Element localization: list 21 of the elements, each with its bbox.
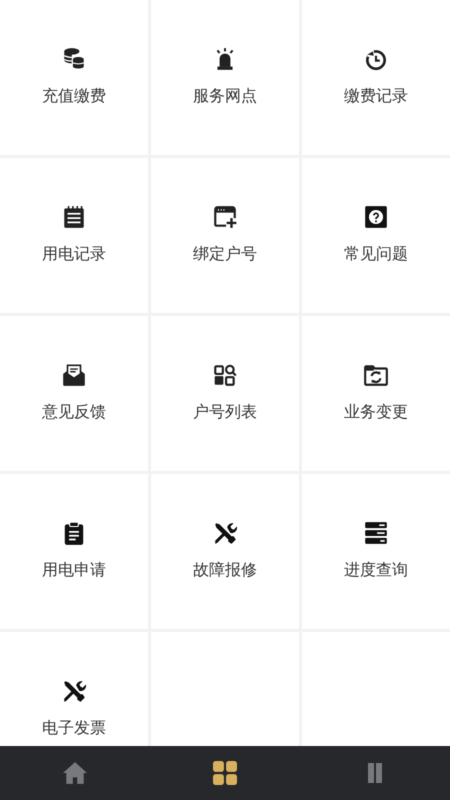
menu-tile[interactable]: 进度查询 <box>302 474 450 629</box>
list-icon[interactable] <box>368 763 382 783</box>
mail-icon <box>61 362 87 388</box>
apps-search-icon <box>212 362 238 388</box>
menu-tile[interactable]: 业务变更 <box>302 316 450 471</box>
question-icon <box>363 204 389 230</box>
menu-tile[interactable]: 绑定户号 <box>151 158 299 313</box>
menu-tile[interactable]: 常见问题 <box>302 158 450 313</box>
menu-tile[interactable]: 充值缴费 <box>0 0 148 155</box>
menu-tile[interactable]: 故障报修 <box>151 474 299 629</box>
menu-tile[interactable]: 用电记录 <box>0 158 148 313</box>
home-icon[interactable] <box>63 761 87 785</box>
menu-tile[interactable]: 意见反馈 <box>0 316 148 471</box>
menu-tile[interactable]: 缴费记录 <box>302 0 450 155</box>
server-icon <box>363 520 389 546</box>
menu-tile[interactable]: 服务网点 <box>151 0 299 155</box>
grid-icon[interactable] <box>213 761 237 785</box>
menu-tile[interactable]: 用电申请 <box>0 474 148 629</box>
menu-tile[interactable]: 电子发票 <box>0 632 148 746</box>
menu-tile[interactable]: 户号列表 <box>151 316 299 471</box>
window-plus-icon <box>212 204 238 230</box>
